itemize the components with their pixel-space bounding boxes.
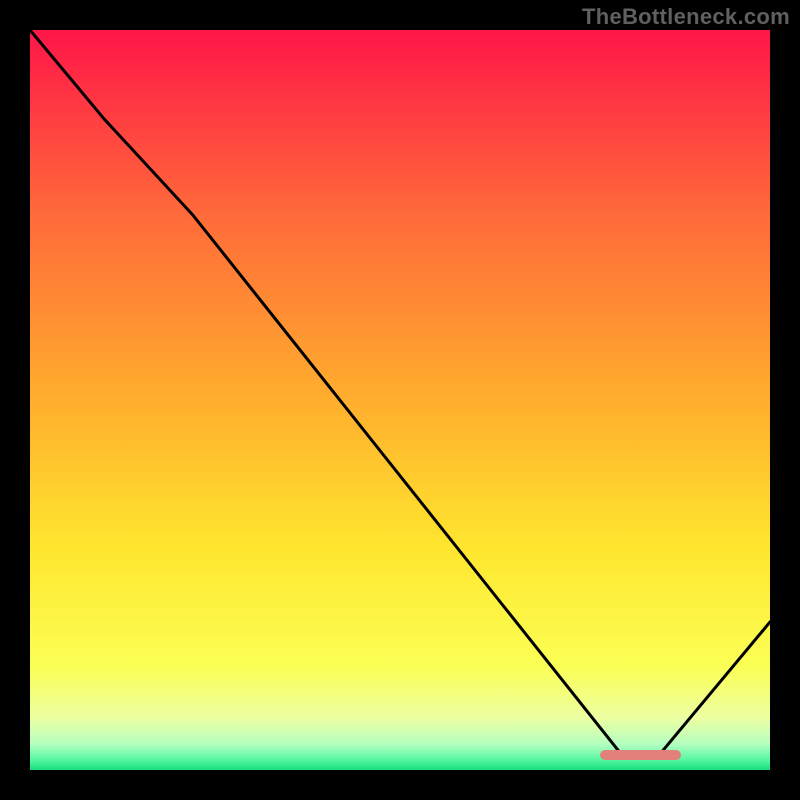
branding-watermark: TheBottleneck.com xyxy=(582,4,790,30)
optimal-range-marker xyxy=(600,750,681,760)
plot-area xyxy=(30,30,770,770)
bottleneck-curve-path xyxy=(30,30,770,755)
curve-layer xyxy=(30,30,770,770)
chart-stage: TheBottleneck.com xyxy=(0,0,800,800)
